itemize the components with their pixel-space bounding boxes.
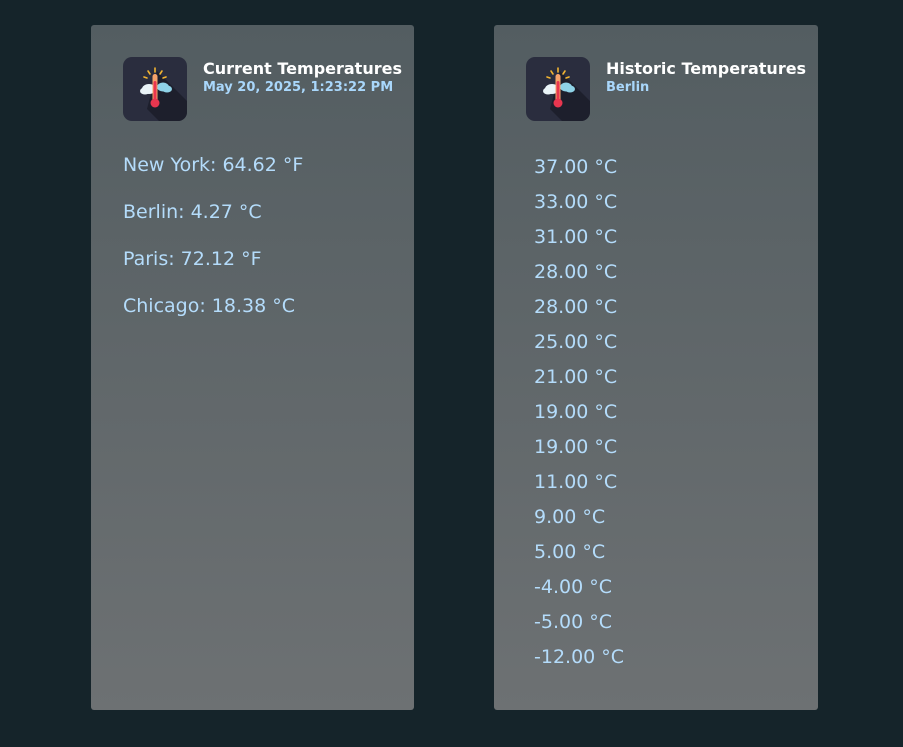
- list-item: New York: 64.62 °F: [123, 154, 304, 176]
- list-item: 11.00 °C: [534, 471, 618, 493]
- list-item: Paris: 72.12 °F: [123, 248, 262, 270]
- current-temperatures-card: Current Temperatures May 20, 2025, 1:23:…: [91, 25, 414, 710]
- thermometer-weather-icon: [123, 57, 187, 121]
- card-city: Berlin: [606, 80, 650, 95]
- list-item: 5.00 °C: [534, 541, 606, 563]
- list-item: 37.00 °C: [534, 156, 618, 178]
- list-item: 19.00 °C: [534, 436, 618, 458]
- list-item: -5.00 °C: [534, 611, 612, 633]
- card-timestamp: May 20, 2025, 1:23:22 PM: [203, 80, 394, 95]
- list-item: 25.00 °C: [534, 331, 618, 353]
- list-item: Berlin: 4.27 °C: [123, 201, 262, 223]
- card-title: Current Temperatures: [203, 59, 402, 78]
- card-title: Historic Temperatures: [606, 59, 807, 78]
- list-item: Chicago: 18.38 °C: [123, 295, 296, 317]
- list-item: 9.00 °C: [534, 506, 606, 528]
- list-item: 33.00 °C: [534, 191, 618, 213]
- thermometer-weather-icon: [526, 57, 590, 121]
- list-item: 31.00 °C: [534, 226, 618, 248]
- list-item: 28.00 °C: [534, 261, 618, 283]
- list-item: -12.00 °C: [534, 646, 625, 668]
- card-header: Historic Temperatures Berlin: [526, 57, 806, 121]
- list-item: 28.00 °C: [534, 296, 618, 318]
- current-temperature-list: New York: 64.62 °F Berlin: 4.27 °C Paris…: [123, 153, 303, 341]
- historic-temperature-list: 37.00 °C 33.00 °C 31.00 °C 28.00 °C 28.0…: [534, 155, 624, 680]
- list-item: 19.00 °C: [534, 401, 618, 423]
- card-header: Current Temperatures May 20, 2025, 1:23:…: [123, 57, 402, 121]
- historic-temperatures-card: Historic Temperatures Berlin 37.00 °C 33…: [494, 25, 818, 710]
- list-item: -4.00 °C: [534, 576, 612, 598]
- list-item: 21.00 °C: [534, 366, 618, 388]
